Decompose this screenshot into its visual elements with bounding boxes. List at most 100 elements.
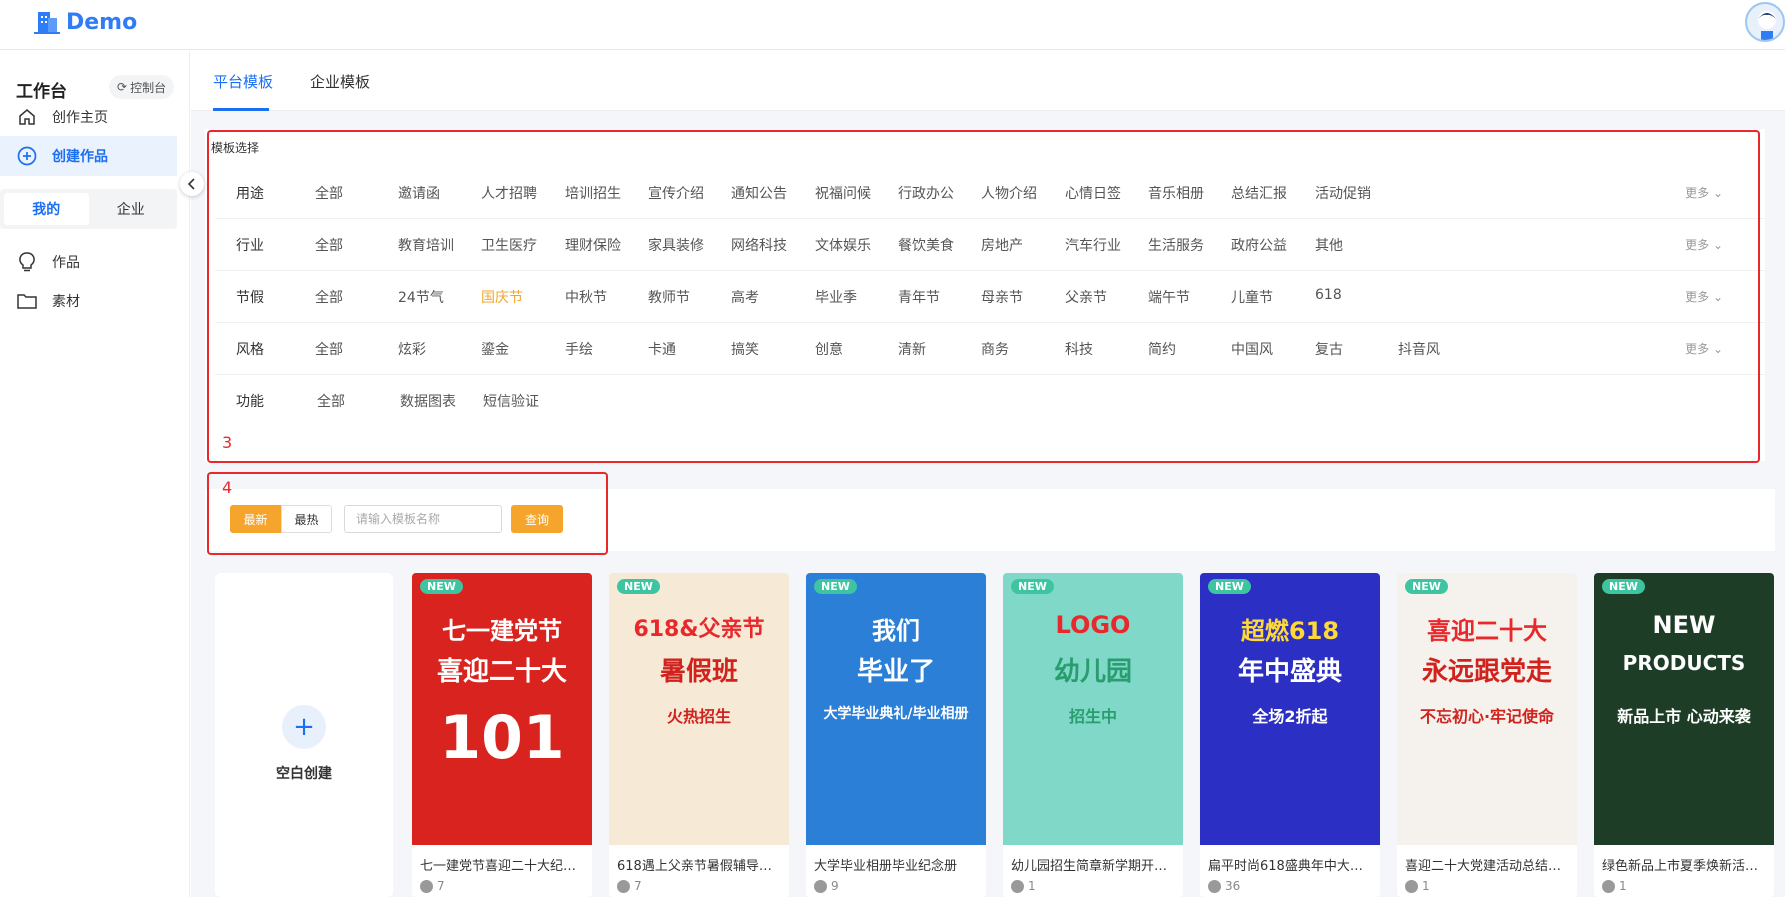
filter-option[interactable]: 国庆节: [481, 287, 523, 307]
more-button[interactable]: 更多 ⌄: [1685, 236, 1723, 253]
filter-option[interactable]: 文体娱乐: [815, 235, 871, 255]
template-thumbnail: NEW 618&父亲节 暑假班 火热招生: [609, 573, 789, 845]
filter-option[interactable]: 房地产: [981, 235, 1023, 255]
template-title: 绿色新品上市夏季焕新活动...: [1602, 859, 1768, 874]
usage-count: 7: [617, 879, 642, 893]
usage-count: 1: [1405, 879, 1430, 893]
template-card[interactable]: NEW 喜迎二十大 永远跟党走 不忘初心·牢记使命 喜迎二十大党建活动总结回... 1: [1397, 573, 1577, 897]
filter-option[interactable]: 人物介绍: [981, 183, 1037, 203]
filter-option[interactable]: 中秋节: [565, 287, 607, 307]
template-card[interactable]: NEW 我们 毕业了 大学毕业典礼/毕业相册 大学毕业相册毕业纪念册 9: [806, 573, 986, 897]
filter-option[interactable]: 活动促销: [1315, 183, 1371, 203]
eye-icon: [1208, 879, 1221, 893]
filter-option[interactable]: 手绘: [565, 339, 593, 359]
filter-option[interactable]: 邀请函: [398, 183, 440, 203]
filter-option[interactable]: 抖音风: [1398, 339, 1440, 359]
sort-newest-button[interactable]: 最新: [230, 505, 281, 533]
filter-option[interactable]: 培训招生: [565, 183, 621, 203]
filter-row-label: 节假: [236, 290, 264, 306]
filter-option[interactable]: 商务: [981, 339, 1009, 359]
filter-option[interactable]: 高考: [731, 287, 759, 307]
nav-item-works[interactable]: 作品: [0, 242, 177, 282]
filter-option[interactable]: 理财保险: [565, 235, 621, 255]
filter-option[interactable]: 短信验证: [483, 391, 539, 411]
filter-option[interactable]: 其他: [1315, 235, 1343, 255]
filter-option[interactable]: 全部: [315, 339, 343, 359]
filter-option[interactable]: 618: [1315, 287, 1342, 303]
chevron-down-icon: ⌄: [1709, 290, 1723, 304]
filter-option[interactable]: 复古: [1315, 339, 1343, 359]
filter-option[interactable]: 教育培训: [398, 235, 454, 255]
filter-option[interactable]: 通知公告: [731, 183, 787, 203]
filter-row-label: 风格: [236, 342, 264, 358]
template-card[interactable]: NEW LOGO 幼儿园 招生中 幼儿园招生简章新学期开学... 1: [1003, 573, 1183, 897]
poster-text: 毕业了: [856, 657, 935, 687]
filter-option[interactable]: 家具装修: [648, 235, 704, 255]
app-logo[interactable]: Demo: [34, 8, 137, 36]
filter-option[interactable]: 全部: [315, 183, 343, 203]
poster-text: PRODUCTS: [1622, 651, 1746, 675]
filter-option[interactable]: 父亲节: [1065, 287, 1107, 307]
blank-create-card[interactable]: + 空白创建: [215, 573, 393, 897]
filter-option[interactable]: 全部: [315, 235, 343, 255]
filter-option[interactable]: 行政办公: [898, 183, 954, 203]
filter-option[interactable]: 儿童节: [1231, 287, 1273, 307]
more-button[interactable]: 更多 ⌄: [1685, 288, 1723, 305]
filter-option[interactable]: 24节气: [398, 287, 444, 307]
template-card[interactable]: NEW 七一建党节 喜迎二十大 101 七一建党节喜迎二十大纪念... 7: [412, 573, 592, 897]
filter-option[interactable]: 教师节: [648, 287, 690, 307]
console-button[interactable]: ⟳ 控制台: [109, 75, 175, 99]
filter-option[interactable]: 祝福问候: [815, 183, 871, 203]
segment-enterprise[interactable]: 企业: [89, 193, 174, 225]
filter-option[interactable]: 餐饮美食: [898, 235, 954, 255]
template-card[interactable]: NEW 超燃618 年中盛典 全场2折起 扁平时尚618盛典年中大促店... 36: [1200, 573, 1380, 897]
template-card[interactable]: NEW 618&父亲节 暑假班 火热招生 618遇上父亲节暑假辅导班课... 7: [609, 573, 789, 897]
template-search-input[interactable]: [344, 505, 502, 533]
template-card[interactable]: NEW NEW PRODUCTS 新品上市 心动来袭 绿色新品上市夏季焕新活动... 1: [1594, 573, 1774, 897]
sort-hottest-button[interactable]: 最热: [281, 505, 332, 533]
nav-item-home[interactable]: 创作主页: [0, 97, 177, 137]
filter-option[interactable]: 炫彩: [398, 339, 426, 359]
filter-option[interactable]: 科技: [1065, 339, 1093, 359]
filter-row: 行业 全部 教育培训 卫生医疗 理财保险 家具装修 网络科技 文体娱乐 餐饮美食 房地产 汽车行业 生…: [215, 219, 1765, 271]
filter-option[interactable]: 卡通: [648, 339, 676, 359]
eye-icon: [1011, 879, 1024, 893]
filter-option[interactable]: 全部: [317, 391, 345, 411]
user-avatar[interactable]: [1745, 2, 1785, 42]
collapse-sidebar-button[interactable]: [180, 172, 204, 196]
filter-option[interactable]: 创意: [815, 339, 843, 359]
filter-option[interactable]: 母亲节: [981, 287, 1023, 307]
tab-platform-templates[interactable]: 平台模板: [213, 71, 273, 92]
filter-option[interactable]: 搞笑: [731, 339, 759, 359]
query-button[interactable]: 查询: [511, 505, 563, 533]
filter-option[interactable]: 生活服务: [1148, 235, 1204, 255]
filter-option[interactable]: 简约: [1148, 339, 1176, 359]
filter-option[interactable]: 中国风: [1231, 339, 1273, 359]
filter-option[interactable]: 音乐相册: [1148, 183, 1204, 203]
filter-option[interactable]: 网络科技: [731, 235, 787, 255]
filter-option[interactable]: 毕业季: [815, 287, 857, 307]
filter-option[interactable]: 人才招聘: [481, 183, 537, 203]
filter-option[interactable]: 青年节: [898, 287, 940, 307]
filter-row-label: 功能: [236, 394, 264, 410]
more-button[interactable]: 更多 ⌄: [1685, 340, 1723, 357]
tab-enterprise-templates[interactable]: 企业模板: [310, 71, 370, 92]
segment-mine[interactable]: 我的: [4, 193, 89, 225]
filter-option[interactable]: 总结汇报: [1231, 183, 1287, 203]
filter-option[interactable]: 心情日签: [1065, 183, 1121, 203]
filter-option[interactable]: 数据图表: [400, 391, 456, 411]
more-button[interactable]: 更多 ⌄: [1685, 184, 1723, 201]
nav-item-create[interactable]: 创建作品: [0, 136, 177, 176]
filter-option[interactable]: 全部: [315, 287, 343, 307]
filter-option[interactable]: 政府公益: [1231, 235, 1287, 255]
filter-option[interactable]: 宣传介绍: [648, 183, 704, 203]
usage-count: 1: [1602, 879, 1627, 893]
filter-option[interactable]: 汽车行业: [1065, 235, 1121, 255]
filter-option[interactable]: 鎏金: [481, 339, 509, 359]
nav-item-materials[interactable]: 素材: [0, 281, 177, 321]
filter-option[interactable]: 端午节: [1148, 287, 1190, 307]
usage-count-value: 1: [1028, 879, 1036, 893]
filter-option[interactable]: 清新: [898, 339, 926, 359]
filter-option[interactable]: 卫生医疗: [481, 235, 537, 255]
chevron-left-icon: [187, 175, 197, 194]
